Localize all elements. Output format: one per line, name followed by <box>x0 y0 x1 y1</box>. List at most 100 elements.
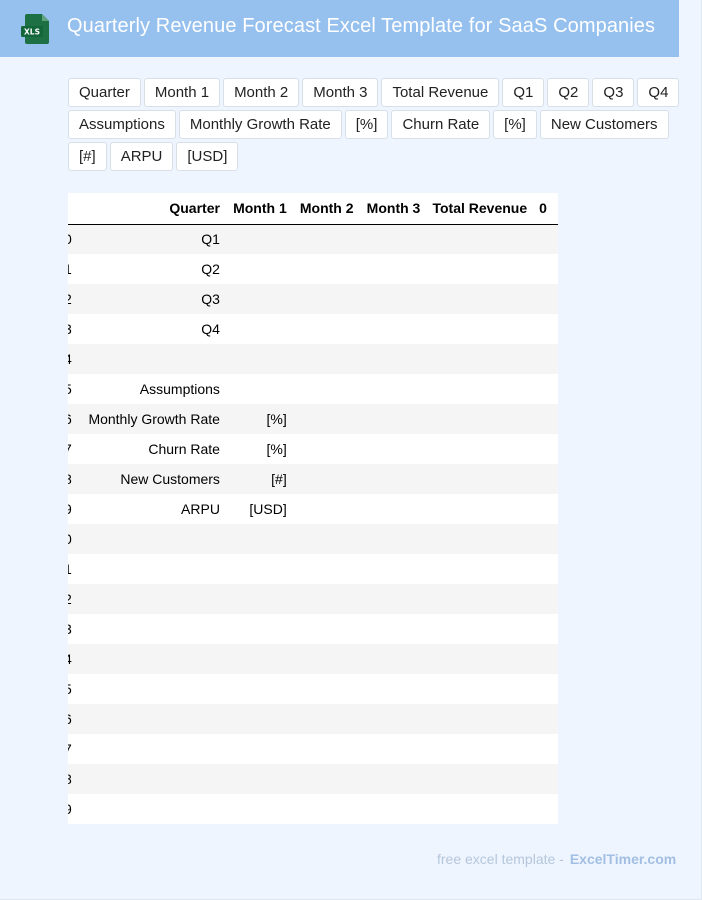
column-header: Total Revenue <box>426 193 534 225</box>
column-chip[interactable]: [%] <box>493 110 537 139</box>
table-cell <box>359 314 427 344</box>
column-chip[interactable]: Assumptions <box>68 110 176 139</box>
table-cell <box>533 284 558 314</box>
table-cell <box>533 314 558 344</box>
row-index: 9 <box>68 794 79 824</box>
table-cell <box>225 674 293 704</box>
table-cell <box>292 374 360 404</box>
column-chip[interactable]: Q1 <box>502 78 545 107</box>
column-header <box>68 193 79 225</box>
column-chip[interactable]: [#] <box>68 142 107 171</box>
table-cell <box>426 374 534 404</box>
table-cell <box>359 494 427 524</box>
row-index: 0 <box>68 524 79 554</box>
column-chip[interactable]: Total Revenue <box>381 78 500 107</box>
table-row: 4 <box>68 344 558 374</box>
table-row: 8New Customers[#] <box>68 464 558 494</box>
spreadsheet-preview: Quarter Month 1 Month 2 Month 3 Total Revenu… <box>68 193 558 824</box>
table-cell <box>292 554 360 584</box>
table-cell: Q1 <box>78 224 226 254</box>
table-cell <box>292 794 360 824</box>
table-cell <box>426 554 534 584</box>
table-cell <box>78 554 226 584</box>
column-chip[interactable]: ARPU <box>109 142 174 171</box>
row-index: 9 <box>68 494 79 524</box>
table-cell <box>359 584 427 614</box>
row-index: 3 <box>68 314 79 344</box>
column-chip[interactable]: Month 3 <box>302 78 379 107</box>
table-cell <box>292 464 360 494</box>
column-chip[interactable]: Quarter <box>68 78 141 107</box>
row-index: 7 <box>68 734 79 764</box>
table-cell <box>533 554 558 584</box>
table-cell <box>359 764 427 794</box>
table-row: 3Q4 <box>68 314 558 344</box>
table-cell: [%] <box>225 404 293 434</box>
table-header-row: Quarter Month 1 Month 2 Month 3 Total Revenu… <box>68 193 558 225</box>
table-cell <box>292 734 360 764</box>
table-cell <box>359 704 427 734</box>
table-cell <box>292 224 360 254</box>
table-cell <box>426 464 534 494</box>
footer-brand-link[interactable]: ExcelTimer.com <box>570 851 676 867</box>
table-cell <box>225 764 293 794</box>
table-cell <box>533 674 558 704</box>
table-cell <box>292 524 360 554</box>
table-cell: Churn Rate <box>78 434 226 464</box>
page-header: XLS Quarterly Revenue Forecast Excel Tem… <box>0 0 679 57</box>
table-cell <box>359 344 427 374</box>
table-cell <box>533 494 558 524</box>
row-index: 8 <box>68 764 79 794</box>
table-cell <box>426 314 534 344</box>
table-cell <box>359 464 427 494</box>
column-chip[interactable]: Monthly Growth Rate <box>178 110 342 139</box>
table-cell <box>225 224 293 254</box>
table-cell <box>359 674 427 704</box>
column-chip[interactable]: Q3 <box>592 78 635 107</box>
table-cell <box>292 674 360 704</box>
row-index: 4 <box>68 644 79 674</box>
table-cell <box>78 524 226 554</box>
table-cell <box>359 614 427 644</box>
table-cell <box>533 224 558 254</box>
table-cell <box>533 374 558 404</box>
table-cell <box>426 734 534 764</box>
table-cell <box>225 314 293 344</box>
column-chip[interactable]: [USD] <box>176 142 239 171</box>
table-cell <box>78 734 226 764</box>
row-index: 1 <box>68 554 79 584</box>
column-chip[interactable]: Month 1 <box>143 78 221 107</box>
table-cell <box>359 644 427 674</box>
table-row: 2 <box>68 584 558 614</box>
table-row: 4 <box>68 644 558 674</box>
table-cell <box>359 524 427 554</box>
table-cell <box>225 554 293 584</box>
row-index: 6 <box>68 404 79 434</box>
column-chip[interactable]: Q2 <box>547 78 590 107</box>
table-cell <box>426 284 534 314</box>
table-cell <box>426 434 534 464</box>
table-cell: Q2 <box>78 254 226 284</box>
table-row: 1Q2 <box>68 254 558 284</box>
table-cell <box>426 614 534 644</box>
table-cell <box>533 764 558 794</box>
table-cell <box>426 764 534 794</box>
table-cell: New Customers <box>78 464 226 494</box>
column-chip[interactable]: New Customers <box>539 110 669 139</box>
table-cell <box>426 524 534 554</box>
table-cell <box>533 614 558 644</box>
column-chip[interactable]: [%] <box>344 110 389 139</box>
row-index: 0 <box>68 224 79 254</box>
column-chip[interactable]: Churn Rate <box>391 110 491 139</box>
column-chip[interactable]: Month 2 <box>223 78 300 107</box>
table-cell: [USD] <box>225 494 293 524</box>
table-cell: Q4 <box>78 314 226 344</box>
table-cell <box>533 584 558 614</box>
table-cell: [#] <box>225 464 293 494</box>
table-cell <box>426 674 534 704</box>
column-chip[interactable]: Q4 <box>637 78 680 107</box>
table-cell <box>225 344 293 374</box>
row-index: 5 <box>68 674 79 704</box>
row-index: 8 <box>68 464 79 494</box>
table-cell <box>78 764 226 794</box>
